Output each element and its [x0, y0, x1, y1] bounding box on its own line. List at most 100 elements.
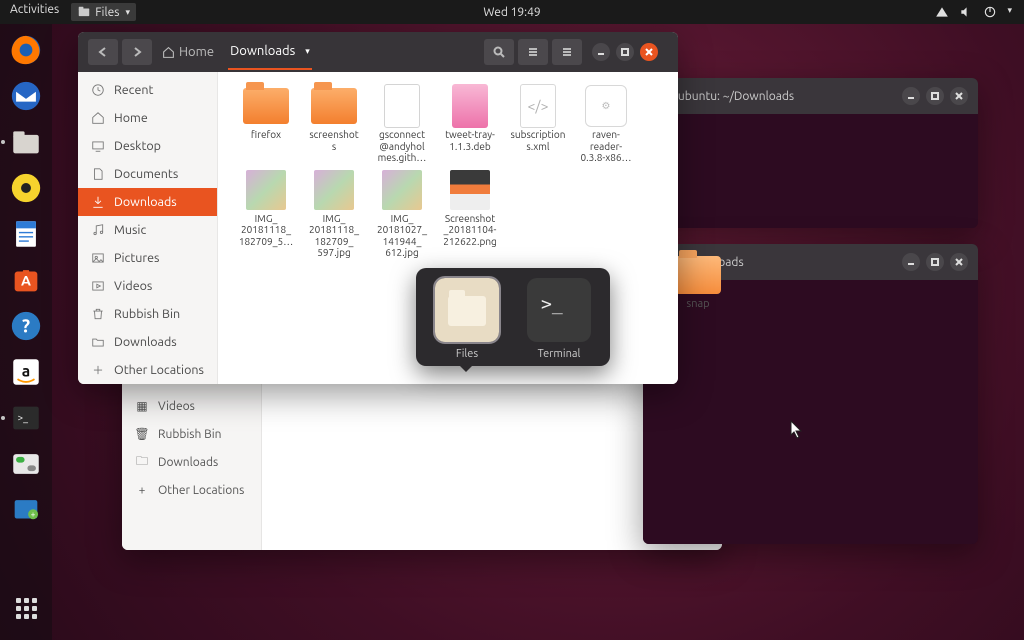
dock-writer[interactable]	[6, 214, 46, 254]
sidebar-item-home[interactable]: Home	[78, 104, 217, 132]
sidebar-item-music[interactable]: Music	[78, 216, 217, 244]
file-item-snap[interactable]: snap	[675, 256, 721, 310]
sidebar-item-other-2[interactable]: +Other Locations	[122, 476, 261, 504]
app-menu[interactable]: Files	[71, 3, 136, 21]
dock-amazon[interactable]: a	[6, 352, 46, 392]
sidebar-item-desktop[interactable]: Desktop	[78, 132, 217, 160]
home-icon	[162, 46, 175, 59]
appimage-icon: ⚙	[585, 85, 627, 127]
clock[interactable]: Wed 19:49	[483, 6, 540, 19]
document-icon	[384, 84, 420, 128]
dock-software[interactable]: A	[6, 260, 46, 300]
maximize-button[interactable]	[616, 43, 634, 61]
forward-button[interactable]	[122, 39, 152, 65]
path-current[interactable]: Downloads▾	[228, 34, 312, 70]
file-img-2[interactable]: IMG_ 20181118_ 182709_ 597.jpg	[302, 170, 366, 259]
minimize-button[interactable]	[902, 87, 920, 105]
dock-files[interactable]	[6, 122, 46, 162]
file-raven-reader[interactable]: ⚙raven- reader- 0.3.8-x86…	[574, 86, 638, 164]
search-button[interactable]	[484, 39, 514, 65]
sidebar-item-downloads-2[interactable]: 🗀Downloads	[122, 448, 261, 476]
maximize-button[interactable]	[926, 87, 944, 105]
maximize-button[interactable]	[926, 253, 944, 271]
folder-icon	[243, 88, 289, 124]
file-img-3[interactable]: IMG_ 20181027_ 141944_ 612.jpg	[370, 170, 434, 259]
deb-icon	[452, 84, 488, 128]
terminal-window-2[interactable]: tu: ~/Downloads snap	[643, 244, 978, 544]
system-tray[interactable]: ▾	[935, 5, 1024, 19]
file-firefox[interactable]: firefox	[234, 86, 298, 164]
dock-terminal[interactable]: >_	[6, 398, 46, 438]
svg-text:a: a	[22, 361, 30, 379]
image-thumbnail	[314, 170, 354, 210]
window-switcher[interactable]: Files Terminal	[416, 268, 610, 366]
hamburger-button[interactable]	[552, 39, 582, 65]
file-screenshots[interactable]: screenshot s	[302, 86, 366, 164]
network-icon	[935, 5, 949, 19]
terminal-body-2[interactable]: snap	[643, 280, 978, 544]
file-img-1[interactable]: IMG_ 20181118_ 182709_5…	[234, 170, 298, 259]
dock-screenshot[interactable]: +	[6, 490, 46, 530]
power-icon	[983, 5, 997, 19]
close-button[interactable]	[640, 43, 658, 61]
file-tweet-tray[interactable]: tweet-tray- 1.1.3.deb	[438, 86, 502, 164]
sidebar-item-videos-2[interactable]: ▦Videos	[122, 392, 261, 420]
dock: A ? a >_ +	[0, 24, 52, 640]
chevron-down-icon: ▾	[1007, 5, 1012, 19]
svg-text:?: ?	[22, 316, 30, 336]
terminal-icon	[527, 278, 591, 342]
image-thumbnail	[450, 170, 490, 210]
file-label: snap	[686, 298, 709, 310]
close-button[interactable]	[950, 87, 968, 105]
file-gsconnect[interactable]: gsconnect @andyhol mes.gith…	[370, 86, 434, 164]
file-subscriptions[interactable]: </>subscription s.xml	[506, 86, 570, 164]
sidebar-item-pictures[interactable]: Pictures	[78, 244, 217, 272]
minimize-button[interactable]	[592, 43, 610, 61]
folder-icon	[311, 88, 357, 124]
activities-button[interactable]: Activities	[10, 3, 59, 21]
switcher-terminal[interactable]: Terminal	[520, 278, 598, 360]
switcher-label: Files	[456, 348, 478, 360]
show-applications[interactable]	[6, 588, 46, 628]
back-button[interactable]	[88, 39, 118, 65]
selection-arrow-icon	[460, 366, 472, 372]
sidebar-item-videos[interactable]: Videos	[78, 272, 217, 300]
sidebar-item-documents[interactable]: Documents	[78, 160, 217, 188]
sidebar-item-recent[interactable]: Recent	[78, 76, 217, 104]
path-home[interactable]: Home	[160, 35, 216, 69]
svg-text:>_: >_	[18, 412, 29, 423]
sidebar-item-other-locations[interactable]: Other Locations	[78, 356, 217, 384]
cursor-icon	[790, 420, 804, 440]
switcher-files[interactable]: Files	[428, 278, 506, 360]
image-thumbnail	[246, 170, 286, 210]
terminal-body[interactable]	[643, 114, 978, 228]
folder-icon	[675, 256, 721, 294]
sidebar-item-trash[interactable]: Rubbish Bin	[78, 300, 217, 328]
sidebar-item-downloads-bookmark[interactable]: Downloads	[78, 328, 217, 356]
dock-firefox[interactable]	[6, 30, 46, 70]
file-screenshot-png[interactable]: Screenshot _20181104- 212622.png	[438, 170, 502, 259]
terminal-titlebar[interactable]: tu@ubuntu: ~/Downloads	[643, 78, 978, 114]
top-bar: Activities Files Wed 19:49 ▾	[0, 0, 1024, 24]
sidebar-item-trash-2[interactable]: 🗑Rubbish Bin	[122, 420, 261, 448]
minimize-button[interactable]	[902, 253, 920, 271]
dock-rhythmbox[interactable]	[6, 168, 46, 208]
files-icon	[435, 278, 499, 342]
sidebar: Recent Home Desktop Documents Downloads …	[78, 72, 218, 384]
xml-icon: </>	[520, 84, 556, 128]
svg-text:+: +	[31, 509, 36, 519]
files-window-2[interactable]: Pictures ▦Videos 🗑Rubbish Bin 🗀Downloads…	[122, 360, 722, 550]
files-titlebar[interactable]: Home Downloads▾	[78, 32, 678, 72]
volume-icon	[959, 5, 973, 19]
sidebar-item-downloads[interactable]: Downloads	[78, 188, 217, 216]
terminal-window-1[interactable]: tu@ubuntu: ~/Downloads	[643, 78, 978, 228]
view-list-button[interactable]	[518, 39, 548, 65]
dock-help[interactable]: ?	[6, 306, 46, 346]
switcher-label: Terminal	[538, 348, 581, 360]
close-button[interactable]	[950, 253, 968, 271]
svg-text:A: A	[21, 273, 31, 289]
pathbar[interactable]: Home Downloads▾	[160, 34, 312, 70]
dock-thunderbird[interactable]	[6, 76, 46, 116]
dock-toggle[interactable]	[6, 444, 46, 484]
image-thumbnail	[382, 170, 422, 210]
